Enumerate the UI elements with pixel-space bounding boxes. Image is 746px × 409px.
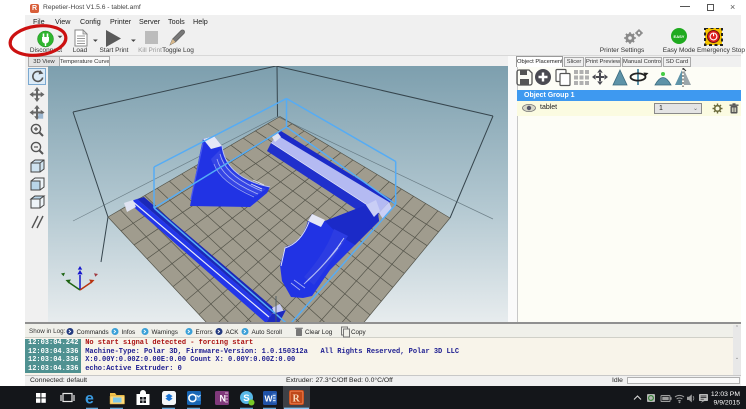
svg-text:W: W [265, 394, 274, 404]
svg-text:Clear Log: Clear Log [305, 329, 333, 336]
svg-text:Copy: Copy [351, 329, 367, 336]
svg-text:9/9/2015: 9/9/2015 [714, 400, 741, 407]
svg-text:Warnings: Warnings [152, 329, 178, 336]
svg-text:Infos: Infos [122, 329, 136, 336]
svg-text:Commands: Commands [77, 329, 109, 336]
svg-text:R: R [293, 394, 301, 405]
svg-text:12:03 PM: 12:03 PM [711, 391, 740, 398]
svg-text:Errors: Errors [196, 329, 213, 336]
svg-text:e: e [85, 391, 94, 408]
svg-text:ACK: ACK [226, 329, 240, 336]
svg-text:Auto Scroll: Auto Scroll [252, 329, 282, 336]
svg-text:EASY: EASY [674, 34, 685, 39]
